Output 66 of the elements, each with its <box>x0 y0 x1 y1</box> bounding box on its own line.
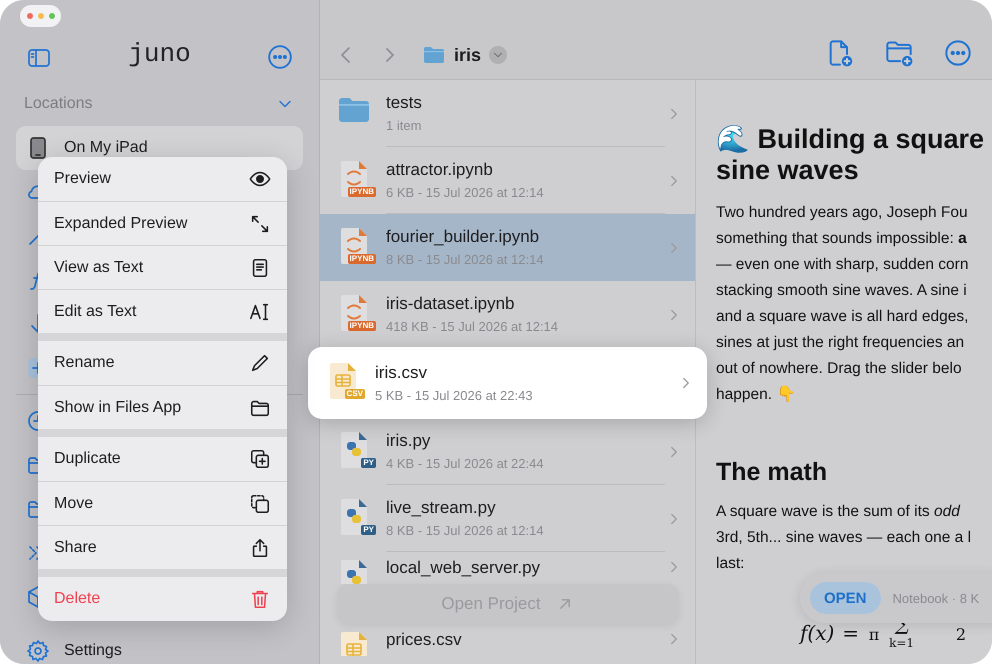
file-meta: 4 KB - 15 Jul 2026 at 22:44 <box>386 456 545 471</box>
duplicate-icon <box>249 448 271 470</box>
paragraph-line: happen. 👇 <box>716 384 796 405</box>
file-row[interactable]: IPYNB fourier_builder.ipynb 8 KB - 15 Jul 2026 at 12:14 <box>320 214 695 281</box>
file-meta: 8 KB - 15 Jul 2026 at 12:14 <box>386 523 545 538</box>
section-header: Locations <box>24 95 92 113</box>
paragraph-line: — even one with sharp, sudden corn <box>716 255 968 275</box>
copy-icon <box>249 492 271 514</box>
heading-line: sine waves <box>716 155 859 186</box>
file-type-badge: IPYNB <box>348 186 376 196</box>
file-name: iris.py <box>386 431 432 451</box>
paragraph-line: out of nowhere. Drag the slider belo <box>716 359 962 379</box>
file-row[interactable]: prices.csv <box>320 624 695 656</box>
file-info: Notebook · 8 K <box>892 590 980 606</box>
file-name: prices.csv <box>386 630 463 650</box>
dropdown-button[interactable] <box>489 46 508 64</box>
file-name: live_stream.py <box>386 498 497 518</box>
menu-item[interactable]: Share <box>38 525 287 569</box>
file-type-badge: IPYNB <box>348 254 376 264</box>
heading-line: 🌊 Building a square <box>716 124 984 155</box>
file-type-badge: PY <box>361 458 376 468</box>
paragraph-line: something that sounds impossible: a <box>716 229 967 249</box>
file-type-badge: IPYNB <box>348 320 376 330</box>
file-name: iris.csv <box>375 362 428 382</box>
menu-item[interactable]: Duplicate <box>38 437 287 481</box>
file-meta: 1 item <box>386 118 422 133</box>
pencil-icon <box>249 352 271 374</box>
more-icon[interactable] <box>944 39 972 67</box>
menu-item[interactable]: Expanded Preview <box>38 201 287 245</box>
file-meta: 5 KB - 15 Jul 2026 at 22:43 <box>375 388 534 402</box>
file-meta: 8 KB - 15 Jul 2026 at 12:14 <box>386 252 545 267</box>
file-type-badge: PY <box>361 524 376 534</box>
file-row[interactable]: PY iris.py 4 KB - 15 Jul 2026 at 22:44 <box>320 418 695 485</box>
menu-item[interactable]: View as Text <box>38 245 287 289</box>
sidebar-toggle-icon[interactable] <box>26 46 52 70</box>
file-name: local_web_server.py <box>386 558 542 578</box>
file-meta: 418 KB - 15 Jul 2026 at 12:14 <box>386 319 560 334</box>
file-name: iris-dataset.ipynb <box>386 294 516 314</box>
window-controls[interactable] <box>20 5 61 27</box>
folder-name[interactable]: iris <box>454 44 482 66</box>
app-title: juno <box>128 38 191 70</box>
file-name: tests <box>386 93 423 113</box>
file-name: attractor.ipynb <box>386 160 494 180</box>
menu-item[interactable]: Move <box>38 481 287 525</box>
paragraph-line: Two hundred years ago, Joseph Fou <box>716 203 968 223</box>
paragraph-line: sines at just the right frequencies an <box>716 333 964 353</box>
file-meta: 6 KB - 15 Jul 2026 at 12:14 <box>386 185 545 200</box>
subheading: The math <box>716 458 828 487</box>
paragraph-line: and a square wave is all hard edges, <box>716 307 968 327</box>
more-icon[interactable] <box>266 44 293 70</box>
file-row[interactable]: PY live_stream.py 8 KB - 15 Jul 2026 at 12:14 <box>320 485 695 552</box>
paragraph-line: last: <box>716 554 744 574</box>
new-folder-icon[interactable] <box>884 39 914 67</box>
file-row[interactable]: CSV iris.csv 5 KB - 15 Jul 2026 at 22:43 <box>308 347 707 419</box>
file-row[interactable]: tests 1 item <box>320 80 695 147</box>
settings-icon[interactable] <box>26 639 50 663</box>
trash-icon <box>249 588 271 610</box>
file-name: fourier_builder.ipynb <box>386 227 540 247</box>
paragraph-line: A square wave is the sum of its odd <box>716 502 960 522</box>
paragraph-line: 3rd, 5th... sine waves — each one a l <box>716 528 972 548</box>
paragraph-line: stacking smooth sine waves. A sine i <box>716 281 967 301</box>
menu-item[interactable]: Rename <box>38 341 287 385</box>
file-type-badge: CSV <box>344 389 365 399</box>
menu-item[interactable]: Show in Files App <box>38 385 287 429</box>
menu-item[interactable]: Edit as Text <box>38 289 287 333</box>
settings-label[interactable]: Settings <box>64 642 122 660</box>
